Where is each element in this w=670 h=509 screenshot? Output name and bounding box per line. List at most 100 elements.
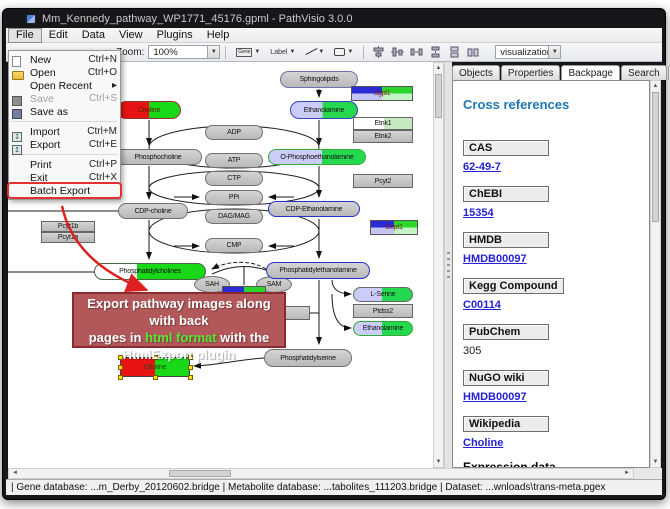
draw-shape-button[interactable]: ▼ [331,45,356,60]
xref-link[interactable]: Choline [463,437,639,449]
callout-line2c: with the [217,330,270,345]
xref-link[interactable]: HMDB00097 [463,253,639,265]
chevron-down-icon[interactable]: ▼ [318,49,324,55]
pathway-node-ppi[interactable]: PPi [205,190,263,205]
pathway-node-cdp-choline[interactable]: CDP-choline [118,203,188,219]
selection-handle[interactable] [188,375,193,380]
canvas-horizontal-scrollbar[interactable]: ◄ ► [8,468,634,479]
pathway-node-ptdss2[interactable]: Ptdss2 [353,304,413,318]
xref-link[interactable]: HMDB00097 [463,391,639,403]
file-menu-item-open[interactable]: OpenCtrl+O [9,66,120,79]
pathway-node-ctp[interactable]: CTP [205,171,263,186]
panel-splitter[interactable] [444,62,452,468]
pathway-node-cdp-ethanolamine[interactable]: CDP-Ethanolamine [268,201,360,217]
visualization-combobox[interactable]: visualization ▼ [495,45,561,59]
file-menu-item-print[interactable]: PrintCtrl+P [9,158,120,171]
canvas-vertical-scrollbar[interactable]: ▲ ▼ [433,62,444,468]
pathway-node-ethanolamine-bottom[interactable]: Ethanolamine [353,321,413,336]
pathway-node-atp[interactable]: ATP [205,153,263,168]
pathway-node-adp[interactable]: ADP [205,125,263,140]
pathway-node-cmp[interactable]: CMP [205,238,263,253]
add-label-button[interactable]: Label ▼ [267,45,298,60]
align-middle-button[interactable] [389,45,406,60]
chevron-down-icon[interactable]: ▼ [254,49,260,55]
zoom-value: 100% [149,47,207,58]
pathway-node-ethanolamine-top[interactable]: Ethanolamine [290,101,358,119]
xref-link[interactable]: 62-49-7 [463,161,639,173]
selection-handle[interactable] [118,365,123,370]
pathway-node-pcyt1b[interactable]: Pcyt1b [41,221,95,232]
pathway-node-pcyt1a[interactable]: Pcyt1a [41,232,95,243]
node-label: CDP-choline [134,208,171,215]
scrollbar-thumb[interactable] [652,92,659,222]
pathway-node-sgpl1[interactable]: Sgpl1 [351,86,413,101]
scroll-right-icon[interactable]: ► [622,469,632,478]
selection-handle[interactable] [153,375,158,380]
align-center-button[interactable] [370,45,387,60]
menu-file[interactable]: File [8,28,42,43]
scrollbar-thumb[interactable] [169,470,231,477]
xref-section-cas: CAS62-49-7 [463,138,639,173]
sidebar-vertical-scrollbar[interactable]: ▲ ▼ [650,80,661,468]
tab-properties[interactable]: Properties [501,65,561,80]
add-gene-datanode-button[interactable]: Gene ▼ [233,45,263,60]
selection-handle[interactable] [118,375,123,380]
chevron-down-icon[interactable]: ▼ [289,49,295,55]
tab-objects[interactable]: Objects [452,65,500,80]
stack-horizontal-button[interactable] [465,45,482,60]
distribute-vertical-button[interactable] [427,45,444,60]
pathway-node-dag-mag[interactable]: DAG/MAG [205,209,263,224]
file-menu-item-save-as[interactable]: Save as [9,105,120,118]
pathway-node-choline-top[interactable]: Choline [117,101,181,119]
toolbar-separator [225,46,226,59]
scroll-left-icon[interactable]: ◄ [10,469,20,478]
distribute-horizontal-button[interactable] [408,45,425,60]
pathway-node-phosphatidylethanolamine[interactable]: Phosphatidylethanolamine [266,262,370,279]
xref-link[interactable]: C00114 [463,299,639,311]
file-menu-item-new[interactable]: NewCtrl+N [9,53,120,66]
pathway-node-phosphocholine[interactable]: Phosphocholine [114,149,202,165]
chevron-down-icon[interactable]: ▼ [347,49,353,55]
scroll-up-icon[interactable]: ▲ [651,81,660,91]
node-label: Choline [144,364,166,371]
scroll-down-icon[interactable]: ▼ [651,457,660,467]
menu-edit[interactable]: Edit [42,28,75,43]
scroll-up-icon[interactable]: ▲ [434,63,443,73]
zoom-combobox[interactable]: 100% ▼ [148,45,220,59]
pathway-node-phosphatidylcholines[interactable]: Phosphatidylcholines [94,263,206,280]
chevron-down-icon[interactable]: ▼ [548,46,560,58]
pathway-node-pcyt2[interactable]: Pcyt2 [353,174,413,188]
title-bar[interactable]: Mm_Kennedy_pathway_WP1771_45176.gpml - P… [6,10,662,28]
xref-section-wikipedia: WikipediaCholine [463,414,639,449]
pathway-node-phosphatidylserine[interactable]: Phosphatidylserine [264,349,352,367]
tab-backpage[interactable]: Backpage [561,65,619,81]
node-label: CTP [227,175,240,182]
pathway-node-etnk2[interactable]: Etnk2 [353,130,413,143]
menu-plugins[interactable]: Plugins [150,28,200,43]
file-menu-item-open-recent[interactable]: Open Recent▸ [9,79,120,92]
scrollbar-thumb[interactable] [435,74,442,118]
scroll-down-icon[interactable]: ▼ [434,457,443,467]
label-tool-icon: Label [270,49,287,56]
file-menu-item-label: Print [30,159,85,171]
chevron-down-icon[interactable]: ▼ [207,46,219,58]
selection-handle[interactable] [188,365,193,370]
file-menu-item-import[interactable]: ↧ImportCtrl+M [9,125,120,138]
file-menu-item-batch-export[interactable]: Batch Export [9,184,120,197]
pathway-node-l-serine[interactable]: L-Serine [353,287,413,302]
file-menu-item-exit[interactable]: ExitCtrl+X [9,171,120,184]
pathway-node-o-phosphoethanolamine[interactable]: O-Phosphoethanolamine [268,149,366,165]
menu-data[interactable]: Data [75,28,112,43]
draw-line-button[interactable]: ▼ [302,45,327,60]
pathway-node-cept1[interactable]: Cept1 [370,220,418,235]
menu-view[interactable]: View [112,28,150,43]
stack-vertical-button[interactable] [446,45,463,60]
pathway-node-sphingolipids[interactable]: Sphingolipids [280,71,358,88]
file-menu-item-export[interactable]: ↥ExportCtrl+E [9,138,120,151]
pathway-node-etnk1[interactable]: Etnk1 [353,117,413,130]
xref-link[interactable]: 15354 [463,207,639,219]
menu-help[interactable]: Help [200,28,237,43]
file-menu-item-save[interactable]: SaveCtrl+S [9,92,120,105]
tab-search[interactable]: Search [621,65,667,80]
node-label: Etnk2 [375,133,392,140]
